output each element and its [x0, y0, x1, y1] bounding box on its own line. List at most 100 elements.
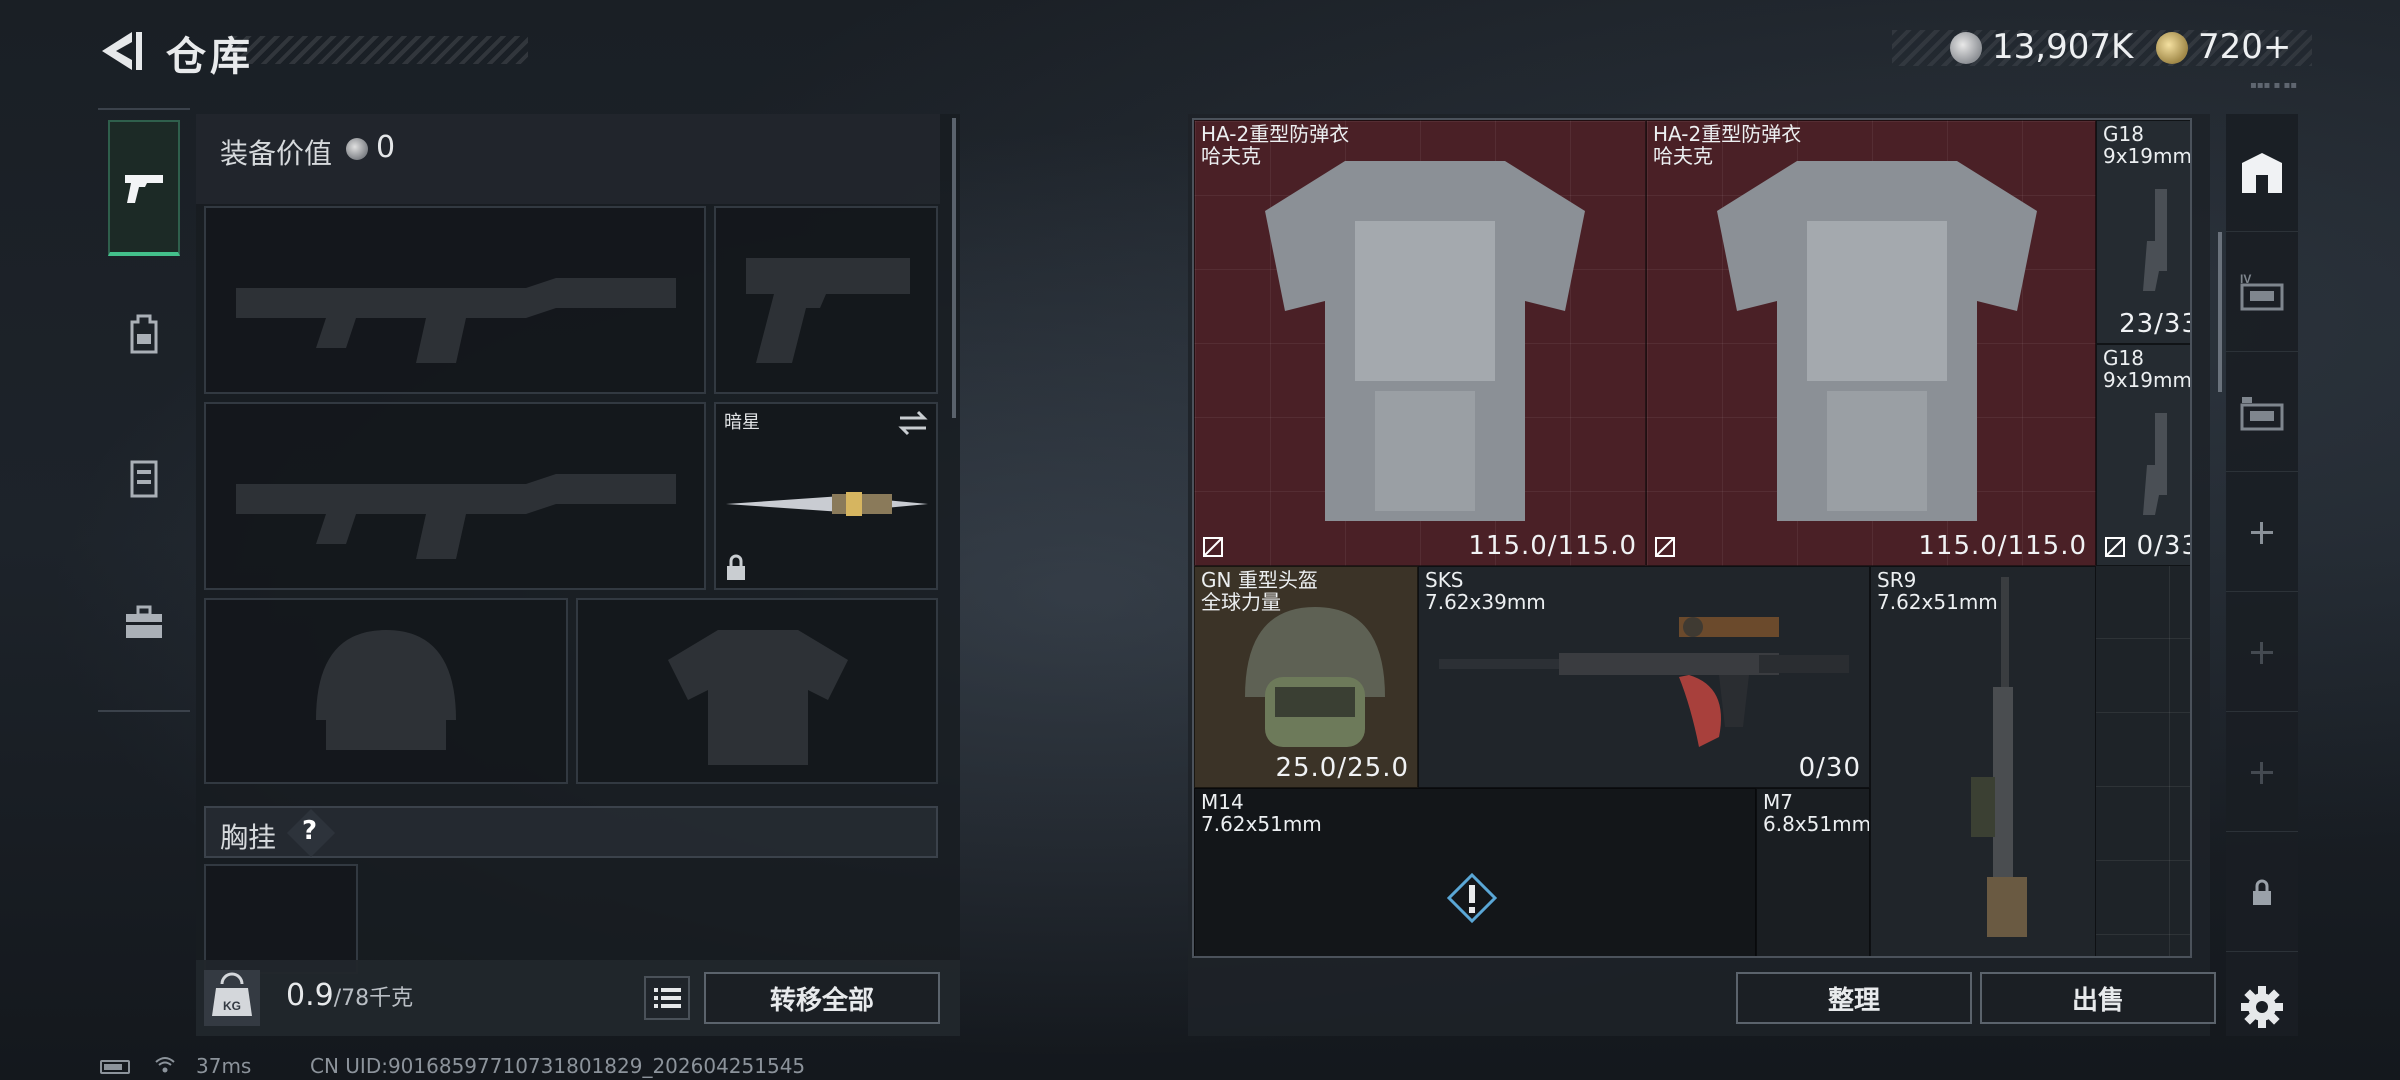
item-m14[interactable]: M14 7.62x51mm — [1194, 788, 1756, 956]
nav-vest[interactable] — [108, 410, 180, 546]
silver-coin-icon — [1950, 32, 1982, 64]
swap-icon[interactable] — [896, 408, 930, 438]
rail-add-2[interactable] — [2226, 594, 2298, 712]
currency-note: ▪▪▪ ▪ ▪▪ — [2250, 80, 2298, 91]
sell-button[interactable]: 出售 — [1980, 972, 2216, 1024]
helmet-slot[interactable] — [204, 598, 568, 784]
chest-rig-slot[interactable] — [204, 864, 358, 974]
storage-panel: HA-2重型防弹衣 哈夫克 115.0/115.0 HA-2重型防弹衣 哈夫克 … — [1188, 114, 2222, 1036]
primary-weapon-slot-2[interactable] — [204, 402, 706, 590]
item-brand: 哈夫克 — [1653, 144, 1713, 168]
item-sks[interactable]: SKS 7.62x39mm 0/30 — [1418, 566, 1870, 788]
item-caliber: 9x19mm — [2103, 368, 2192, 392]
weight-readout: 0.9/78千克 — [286, 978, 413, 1013]
not-insured-icon — [1655, 537, 1675, 557]
item-durability: 25.0/25.0 — [1275, 753, 1409, 783]
loadout-scrollbar[interactable] — [952, 118, 956, 418]
item-name: G18 — [2103, 122, 2144, 146]
helmet-image — [1245, 607, 1385, 747]
storage-scrollbar[interactable] — [2218, 232, 2222, 392]
item-ammo: 0/30 — [1798, 753, 1861, 783]
back-button[interactable] — [96, 26, 146, 76]
rail-lock[interactable] — [2226, 834, 2298, 952]
not-insured-icon — [1203, 537, 1223, 557]
currency-gold-value[interactable]: 720+ — [2198, 27, 2291, 67]
rifle-image — [1971, 577, 2027, 937]
item-caliber: 6.8x51mm — [1763, 812, 1870, 836]
item-g18-1[interactable]: G18 9x19mm 23/33 — [2096, 120, 2192, 344]
loadout-panel: 装备价值 0 暗星 胸挂 ? — [196, 114, 960, 1036]
loadout-footer: KG 0.9/78千克 转移全部 — [196, 960, 960, 1036]
item-g18-2[interactable]: G18 9x19mm 0/33 — [2096, 344, 2192, 566]
value-coin-icon — [346, 138, 368, 160]
wifi-icon — [155, 1057, 175, 1073]
nav-weapons[interactable] — [108, 120, 180, 256]
plus-icon — [2251, 521, 2273, 544]
item-caliber: 7.62x51mm — [1201, 812, 1322, 836]
sidearm-slot[interactable] — [714, 206, 938, 394]
nav-backpack[interactable] — [108, 266, 180, 402]
item-armor-1[interactable]: HA-2重型防弹衣 哈夫克 115.0/115.0 — [1194, 120, 1646, 566]
equipment-value-label: 装备价值 — [220, 137, 333, 170]
item-m7[interactable]: M7 6.8x51mm — [1756, 788, 1870, 956]
warning-icon[interactable] — [1447, 873, 1497, 923]
item-name: SKS — [1425, 568, 1464, 592]
svg-text:IV: IV — [2240, 272, 2251, 286]
item-name: GN 重型头盔 — [1201, 568, 1318, 592]
pistol-image — [2143, 189, 2167, 291]
rail-stash[interactable] — [2226, 114, 2298, 232]
settings-button[interactable] — [2226, 948, 2298, 1066]
warehouse-screen: 仓库 13,907K 720+ ▪▪▪ ▪ ▪▪ 装备价值 0 暗星 胸挂 ? … — [0, 0, 2400, 1080]
nav-case[interactable] — [108, 554, 180, 690]
armor-slot[interactable] — [576, 598, 938, 784]
item-brand: 全球力量 — [1201, 590, 1281, 614]
help-icon: ? — [302, 816, 318, 846]
item-name: SR9 — [1877, 568, 1917, 592]
battery-level — [104, 1064, 122, 1070]
item-caliber: 9x19mm — [2103, 144, 2192, 168]
rail-box-5[interactable] — [2226, 354, 2298, 472]
item-caliber: 7.62x51mm — [1877, 590, 1998, 614]
item-helmet[interactable]: GN 重型头盔 全球力量 25.0/25.0 — [1194, 566, 1418, 788]
item-brand: 哈夫克 — [1201, 144, 1261, 168]
rifle-image — [1439, 617, 1849, 747]
helmet-placeholder-icon — [316, 630, 456, 750]
weight-icon: KG — [204, 970, 260, 1026]
rail-add-1[interactable] — [2226, 474, 2298, 592]
armor-image — [1265, 161, 1585, 521]
item-name: M7 — [1763, 790, 1793, 814]
plus-icon — [2251, 761, 2273, 784]
item-name: HA-2重型防弹衣 — [1653, 122, 1802, 146]
list-view-button[interactable] — [644, 976, 690, 1020]
currency-silver-value[interactable]: 13,907K — [1992, 27, 2133, 67]
armor-placeholder-icon — [668, 630, 848, 765]
rifle-placeholder-icon — [236, 474, 676, 559]
item-name: HA-2重型防弹衣 — [1201, 122, 1350, 146]
rail-add-3[interactable] — [2226, 714, 2298, 832]
container-4-icon: IV — [2240, 272, 2284, 310]
uid-readout: CN UID:9016859771073180182​9_20260425154… — [310, 1054, 806, 1078]
primary-weapon-slot-1[interactable] — [204, 206, 706, 394]
stash-icon — [2242, 152, 2282, 193]
rail-box-4[interactable]: IV — [2226, 234, 2298, 352]
item-ammo: 0/33 — [2136, 531, 2190, 561]
weight-max: /78千克 — [333, 986, 414, 1011]
category-nav — [98, 108, 190, 712]
pistol-placeholder-icon — [746, 258, 910, 363]
sort-button[interactable]: 整理 — [1736, 972, 1972, 1024]
container-5-icon — [2240, 396, 2284, 430]
item-sr9[interactable]: SR9 7.62x51mm — [1870, 566, 2096, 956]
transfer-all-button[interactable]: 转移全部 — [704, 972, 940, 1024]
back-arrow-icon — [102, 32, 142, 70]
item-caliber: 7.62x39mm — [1425, 590, 1546, 614]
pistol-icon — [125, 175, 163, 203]
item-name: G18 — [2103, 346, 2144, 370]
melee-slot[interactable]: 暗星 — [714, 402, 938, 590]
item-name: M14 — [1201, 790, 1244, 814]
item-armor-2[interactable]: HA-2重型防弹衣 哈夫克 115.0/115.0 — [1646, 120, 2096, 566]
rifle-placeholder-icon — [236, 278, 676, 363]
melee-name: 暗星 — [724, 412, 760, 433]
chest-rig-header: 胸挂 ? — [204, 806, 938, 858]
briefcase-icon — [126, 605, 162, 638]
lock-icon — [2253, 879, 2271, 905]
